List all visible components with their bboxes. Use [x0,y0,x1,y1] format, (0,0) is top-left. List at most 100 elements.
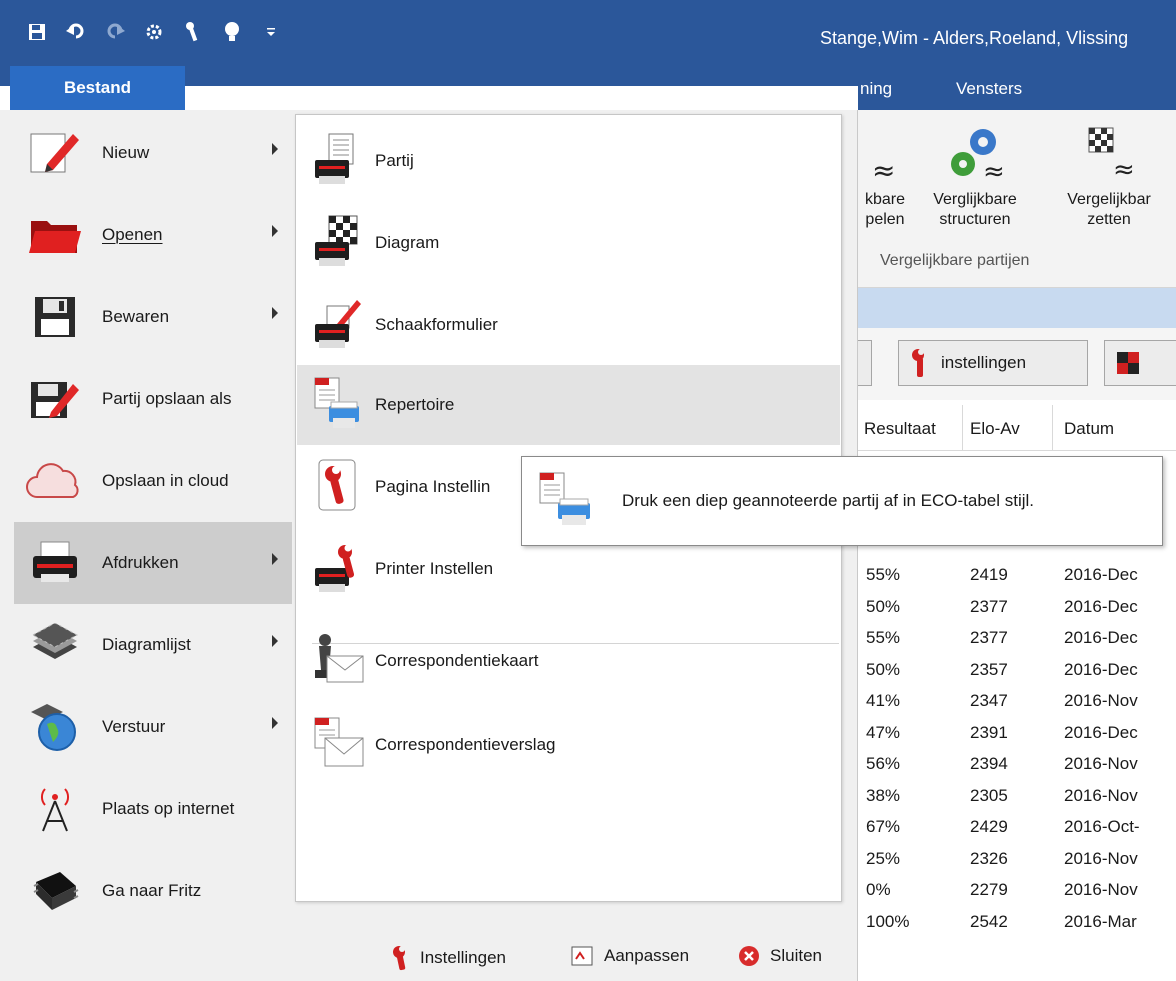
menu-item-afdrukken[interactable]: Afdrukken [14,522,292,604]
print-repertoire-icon [539,472,590,525]
cell-resultaat: 55% [866,628,901,647]
table-row[interactable]: 56% 2394 2016-Nov [858,749,1176,780]
table-row[interactable]: 0% 2279 2016-Nov [858,875,1176,906]
ribbon-button-label: structuren [939,211,1011,228]
tab-bestand[interactable]: Bestand [10,66,185,110]
table-row[interactable]: 67% 2429 2016-Oct- [858,812,1176,843]
menu-item-ga-naar-fritz[interactable]: Ga naar Fritz [14,850,292,932]
print-repertoire-icon [309,374,367,436]
aanpassen-button[interactable]: Aanpassen [570,945,689,967]
ribbon-button-moves[interactable]: ≈ Vergelijkbar zetten [1054,120,1164,230]
cell-datum: 2016-Dec [1064,628,1138,647]
cell-elo: 2357 [970,660,1008,679]
board-button[interactable] [1104,340,1176,386]
printer-setup-icon [309,538,367,600]
column-separator[interactable] [1052,405,1053,451]
save-icon[interactable] [26,20,48,44]
cell-resultaat: 25% [866,849,901,868]
engine-icon[interactable] [143,20,165,44]
cell-resultaat: 50% [866,660,901,679]
submenu-item-correspondentieverslag[interactable]: Correspondentieverslag [297,705,840,785]
sluiten-button[interactable]: Sluiten [738,945,822,967]
table-row[interactable]: 100% 2542 2016-Mar [858,907,1176,938]
instellingen-button[interactable]: Instellingen [392,945,506,971]
chip-icon [24,862,86,920]
menu-item-opslaan-in-cloud[interactable]: Opslaan in cloud [14,440,292,522]
menu-item-verstuur[interactable]: Verstuur [14,686,292,768]
aanpassen-label: Aanpassen [604,946,690,965]
menu-item-partij-opslaan-als[interactable]: Partij opslaan als [14,358,292,440]
table-row[interactable]: 50% 2377 2016-Dec [858,592,1176,623]
printer-icon [24,534,86,592]
tab-partial[interactable]: ning [860,79,892,99]
cloud-icon [24,452,86,510]
table-row[interactable]: 47% 2391 2016-Dec [858,718,1176,749]
submenu-item-diagram[interactable]: Diagram [297,203,840,283]
ribbon-button-label: kbare [864,191,906,208]
wrench-icon[interactable] [182,20,204,44]
redo-icon[interactable] [104,20,126,44]
cell-resultaat: 50% [866,597,901,616]
ribbon-button-partial[interactable]: ≈ kbare pelen [854,120,916,230]
menu-item-label: Partij opslaan als [102,389,232,408]
cell-datum: 2016-Nov [1064,786,1138,805]
customize-dropdown-icon[interactable] [260,20,282,44]
tab-vensters[interactable]: Vensters [956,79,1022,99]
menu-item-bewaren[interactable]: Bewaren [14,276,292,358]
table-row[interactable]: 38% 2305 2016-Nov [858,781,1176,812]
undo-icon[interactable] [65,20,87,44]
table-row[interactable]: 55% 2419 2016-Dec [858,560,1176,591]
submenu-item-label: Repertoire [375,395,455,414]
lightbulb-icon[interactable] [221,20,243,44]
page-setup-icon [309,456,367,518]
table-row[interactable]: 25% 2326 2016-Nov [858,844,1176,875]
submenu-item-repertoire[interactable]: Repertoire [297,365,840,445]
customize-icon [571,946,593,966]
cell-elo: 2419 [970,565,1008,584]
print-scoresheet-icon [309,294,367,356]
cell-resultaat: 67% [866,817,901,836]
settings-button-label: instellingen [941,353,1027,372]
menu-item-nieuw[interactable]: Nieuw [14,112,292,194]
similar-games-icon: ≈ [854,120,916,190]
table-row[interactable]: 50% 2357 2016-Dec [858,655,1176,686]
window-title: Stange,Wim - Alders,Roeland, Vlissing [820,28,1129,48]
ribbon-button-structures[interactable]: ≈ Verglijkbare structuren [922,120,1028,230]
column-header-elo[interactable]: Elo-Av [970,419,1020,439]
cell-datum: 2016-Nov [1064,691,1138,710]
submenu-item-schaakformulier[interactable]: Schaakformulier [297,285,840,365]
save-as-icon [24,370,86,428]
menu-item-diagramlijst[interactable]: Diagramlijst [14,604,292,686]
column-header-resultaat[interactable]: Resultaat [864,419,936,439]
submenu-item-partij[interactable]: Partij [297,121,840,201]
menu-item-plaats-op-internet[interactable]: Plaats op internet [14,768,292,850]
submenu-arrow-icon [272,717,278,729]
cell-resultaat: 55% [866,565,901,584]
settings-button[interactable]: instellingen [898,340,1088,386]
repertoire-tooltip: Druk een diep geannoteerde partij af in … [521,456,1163,546]
antenna-icon [24,780,86,838]
print-diagram-icon [309,212,367,274]
ribbon-button-label: zetten [1087,211,1131,228]
submenu-arrow-icon [272,307,278,319]
menu-item-label: Nieuw [102,143,150,162]
quick-access-toolbar [26,20,282,44]
column-header-datum[interactable]: Datum [1064,419,1114,439]
submenu-item-label: Correspondentieverslag [375,735,556,754]
cell-elo: 2377 [970,597,1008,616]
submenu-item-correspondentiekaart[interactable]: Correspondentiekaart [297,621,840,701]
table-row[interactable]: 41% 2347 2016-Nov [858,686,1176,717]
menu-item-label: Plaats op internet [102,799,235,818]
submenu-item-label: Partij [375,151,414,170]
table-header: Resultaat Elo-Av Datum [858,405,1176,451]
submenu-item-label: Pagina Instellin [375,477,491,496]
submenu-arrow-icon [272,635,278,647]
menu-item-openen[interactable]: Openen [14,194,292,276]
list-toolbar: instellingen [850,328,1176,400]
column-separator[interactable] [962,405,963,451]
cell-resultaat: 56% [866,754,901,773]
menu-item-label: Verstuur [102,717,166,736]
svg-text:≈: ≈ [1113,155,1135,184]
table-row[interactable]: 55% 2377 2016-Dec [858,623,1176,654]
cell-resultaat: 100% [866,912,910,931]
